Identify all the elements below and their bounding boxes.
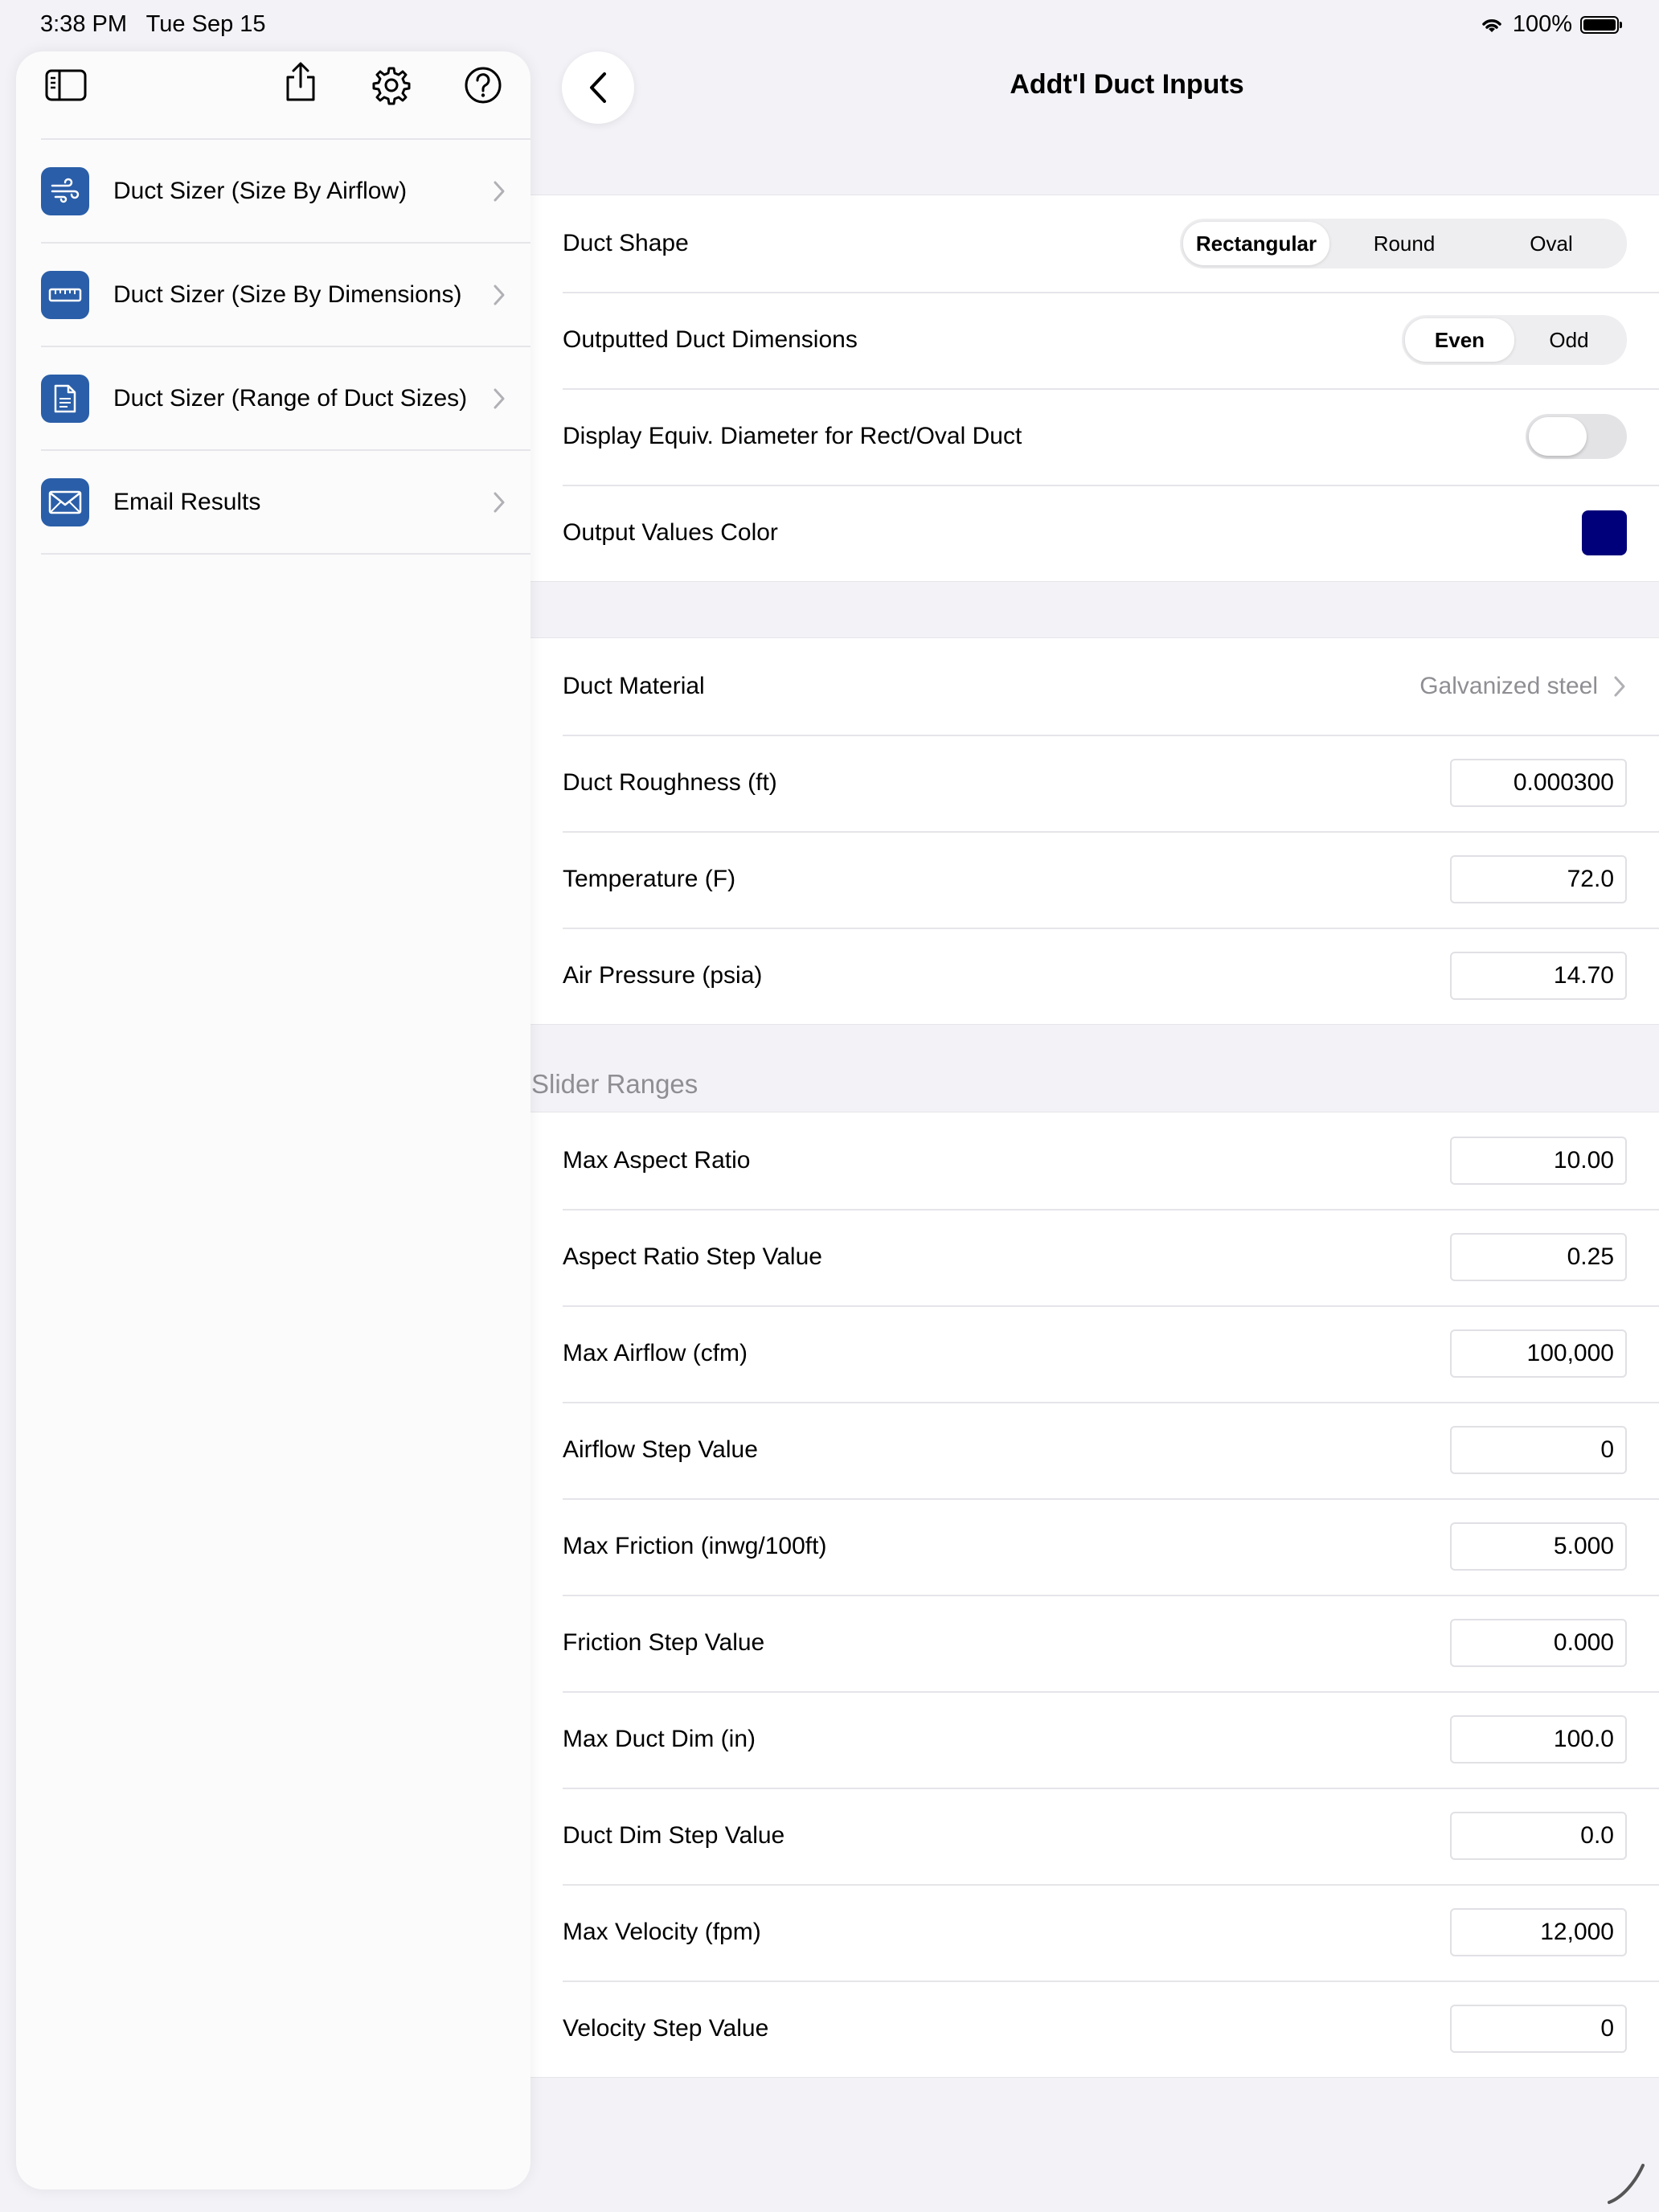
duct-shape-label: Duct Shape xyxy=(563,230,689,256)
duct-dim-step-input[interactable]: 0.0 xyxy=(1450,1812,1627,1860)
slider-range-row: Duct Dim Step Value 0.0 xyxy=(530,1788,1659,1884)
slider-range-row: Max Aspect Ratio 10.00 xyxy=(530,1112,1659,1209)
wind-icon xyxy=(41,166,89,215)
sidebar-item-label: Duct Sizer (Range of Duct Sizes) xyxy=(113,384,468,412)
status-time: 3:38 PM Tue Sep 15 xyxy=(40,11,266,38)
air-pressure-label: Air Pressure (psia) xyxy=(563,962,763,989)
slider-range-label: Airflow Step Value xyxy=(563,1436,758,1463)
document-icon xyxy=(41,374,89,423)
wifi-icon xyxy=(1482,18,1501,32)
friction-step-input[interactable]: 0.000 xyxy=(1450,1619,1627,1667)
slider-range-row: Max Airflow (cfm) 100,000 xyxy=(530,1305,1659,1402)
sidebar-item-range-of-duct-sizes[interactable]: Duct Sizer (Range of Duct Sizes) xyxy=(41,347,530,451)
chevron-right-icon xyxy=(494,181,505,201)
ruler-icon xyxy=(41,270,89,319)
slider-range-label: Aspect Ratio Step Value xyxy=(563,1243,822,1270)
slider-range-row: Aspect Ratio Step Value 0.25 xyxy=(530,1209,1659,1305)
slider-ranges-header: Slider Ranges xyxy=(531,1069,698,1099)
temperature-label: Temperature (F) xyxy=(563,866,736,892)
sidebar-item-label: Duct Sizer (Size By Airflow) xyxy=(113,177,408,204)
sidebar-item-label: Duct Sizer (Size By Dimensions) xyxy=(113,281,462,308)
page-title: Addt'l Duct Inputs xyxy=(1010,69,1244,100)
slider-range-row: Max Duct Dim (in) 100.0 xyxy=(530,1691,1659,1788)
output-color-label: Output Values Color xyxy=(563,519,778,546)
max-airflow-input[interactable]: 100,000 xyxy=(1450,1329,1627,1378)
equiv-diameter-toggle[interactable] xyxy=(1526,414,1627,459)
chevron-right-icon xyxy=(494,388,505,408)
sidebar-item-email-results[interactable]: Email Results xyxy=(41,451,530,555)
velocity-step-input[interactable]: 0 xyxy=(1450,2005,1627,2053)
slider-range-label: Max Duct Dim (in) xyxy=(563,1726,756,1752)
duct-shape-segmented: Rectangular Round Oval xyxy=(1180,219,1627,268)
slider-range-label: Max Friction (inwg/100ft) xyxy=(563,1533,827,1559)
slider-range-label: Friction Step Value xyxy=(563,1629,765,1656)
help-icon[interactable] xyxy=(461,63,506,108)
sidebar: Duct Sizer (Size By Airflow) Duct Sizer … xyxy=(16,51,530,2189)
chevron-right-icon xyxy=(1614,676,1625,697)
material-section: Duct Material Galvanized steel Duct Roug… xyxy=(530,637,1659,1025)
duct-roughness-row: Duct Roughness (ft) 0.000300 xyxy=(530,735,1659,831)
max-aspect-ratio-input[interactable]: 10.00 xyxy=(1450,1137,1627,1185)
segment-rectangular[interactable]: Rectangular xyxy=(1183,222,1329,265)
slider-range-row: Velocity Step Value 0 xyxy=(530,1981,1659,2077)
battery-icon xyxy=(1580,15,1622,34)
slider-range-label: Max Airflow (cfm) xyxy=(563,1340,748,1366)
output-dims-label: Outputted Duct Dimensions xyxy=(563,326,858,353)
duct-roughness-input[interactable]: 0.000300 xyxy=(1450,759,1627,807)
max-friction-input[interactable]: 5.000 xyxy=(1450,1522,1627,1571)
scribble-icon xyxy=(1608,2164,1645,2204)
output-color-swatch[interactable] xyxy=(1582,510,1627,555)
max-velocity-input[interactable]: 12,000 xyxy=(1450,1908,1627,1956)
aspect-ratio-step-input[interactable]: 0.25 xyxy=(1450,1233,1627,1281)
sidebar-toggle-icon[interactable] xyxy=(43,63,88,108)
duct-shape-row: Duct Shape Rectangular Round Oval xyxy=(530,195,1659,292)
segment-odd[interactable]: Odd xyxy=(1514,318,1624,362)
max-duct-dim-input[interactable]: 100.0 xyxy=(1450,1715,1627,1763)
sidebar-item-size-by-airflow[interactable]: Duct Sizer (Size By Airflow) xyxy=(41,140,530,244)
air-pressure-input[interactable]: 14.70 xyxy=(1450,952,1627,1000)
output-color-row: Output Values Color xyxy=(530,485,1659,581)
battery-percent: 100% xyxy=(1512,11,1572,37)
air-pressure-row: Air Pressure (psia) 14.70 xyxy=(530,928,1659,1024)
output-dims-segmented: Even Odd xyxy=(1402,315,1627,365)
equiv-diameter-label: Display Equiv. Diameter for Rect/Oval Du… xyxy=(563,423,1022,449)
slider-range-label: Velocity Step Value xyxy=(563,2015,769,2042)
slider-range-row: Friction Step Value 0.000 xyxy=(530,1595,1659,1691)
slider-range-label: Max Aspect Ratio xyxy=(563,1147,751,1174)
slider-ranges-section: Max Aspect Ratio 10.00 Aspect Ratio Step… xyxy=(530,1112,1659,2078)
status-date: Tue Sep 15 xyxy=(145,11,266,37)
display-options-section: Duct Shape Rectangular Round Oval Output… xyxy=(530,195,1659,582)
envelope-icon xyxy=(41,477,89,526)
temperature-row: Temperature (F) 72.0 xyxy=(530,831,1659,928)
sidebar-item-label: Email Results xyxy=(113,488,261,515)
slider-range-row: Airflow Step Value 0 xyxy=(530,1402,1659,1498)
segment-oval[interactable]: Oval xyxy=(1479,222,1624,265)
equiv-diameter-row: Display Equiv. Diameter for Rect/Oval Du… xyxy=(530,388,1659,485)
temperature-input[interactable]: 72.0 xyxy=(1450,855,1627,903)
sidebar-toolbar xyxy=(16,51,530,140)
chevron-right-icon xyxy=(494,492,505,512)
sidebar-item-size-by-dimensions[interactable]: Duct Sizer (Size By Dimensions) xyxy=(41,244,530,347)
share-icon[interactable] xyxy=(278,59,323,104)
duct-material-value: Galvanized steel xyxy=(1419,673,1598,699)
slider-range-row: Max Friction (inwg/100ft) 5.000 xyxy=(530,1498,1659,1595)
airflow-step-input[interactable]: 0 xyxy=(1450,1426,1627,1474)
slider-range-label: Max Velocity (fpm) xyxy=(563,1919,761,1945)
duct-roughness-label: Duct Roughness (ft) xyxy=(563,769,777,796)
output-dims-row: Outputted Duct Dimensions Even Odd xyxy=(530,292,1659,388)
slider-range-label: Duct Dim Step Value xyxy=(563,1822,785,1849)
chevron-right-icon xyxy=(494,285,505,305)
slider-range-row: Max Velocity (fpm) 12,000 xyxy=(530,1884,1659,1981)
duct-material-label: Duct Material xyxy=(563,673,705,699)
segment-round[interactable]: Round xyxy=(1329,222,1479,265)
segment-even[interactable]: Even xyxy=(1405,318,1514,362)
status-clock: 3:38 PM xyxy=(40,11,127,37)
duct-material-row[interactable]: Duct Material Galvanized steel xyxy=(530,638,1659,735)
status-indicators: 100% xyxy=(1479,11,1622,38)
gear-icon[interactable] xyxy=(369,63,414,108)
sidebar-list: Duct Sizer (Size By Airflow) Duct Sizer … xyxy=(41,138,530,555)
